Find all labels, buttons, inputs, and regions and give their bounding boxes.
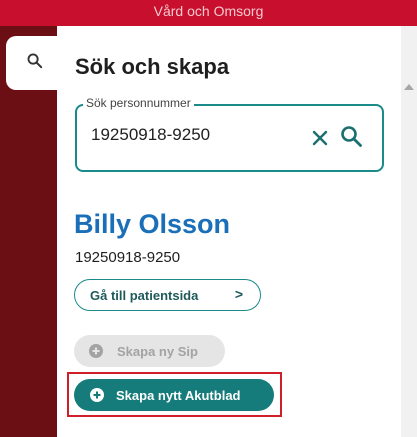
new-sip-label: Skapa ny Sip xyxy=(117,343,198,359)
search-icon[interactable] xyxy=(339,124,363,148)
goto-patient-button[interactable]: Gå till patientsida > xyxy=(74,279,261,311)
scroll-up-arrow-icon[interactable] xyxy=(404,84,414,90)
page-title: Sök och skapa xyxy=(75,54,230,79)
app-header: Vård och Omsorg xyxy=(0,0,417,26)
plus-circle-icon xyxy=(90,388,104,402)
patient-name: Billy Olsson xyxy=(74,209,231,239)
goto-patient-label: Gå till patientsida xyxy=(90,287,199,303)
app-title: Vård och Omsorg xyxy=(153,3,264,19)
plus-circle-icon xyxy=(89,344,103,358)
new-akutblad-label: Skapa nytt Akutblad xyxy=(116,387,241,403)
close-icon[interactable] xyxy=(310,128,330,148)
search-icon xyxy=(27,53,42,69)
new-sip-button[interactable]: Skapa ny Sip xyxy=(74,335,225,367)
chevron-right-icon: > xyxy=(234,286,243,302)
search-tab[interactable] xyxy=(6,36,62,90)
patient-personnummer: 19250918-9250 xyxy=(75,249,181,266)
search-field-label: Sök personnummer xyxy=(83,96,194,110)
new-akutblad-button[interactable]: Skapa nytt Akutblad xyxy=(74,379,274,411)
search-input[interactable]: 19250918-9250 xyxy=(91,125,210,145)
